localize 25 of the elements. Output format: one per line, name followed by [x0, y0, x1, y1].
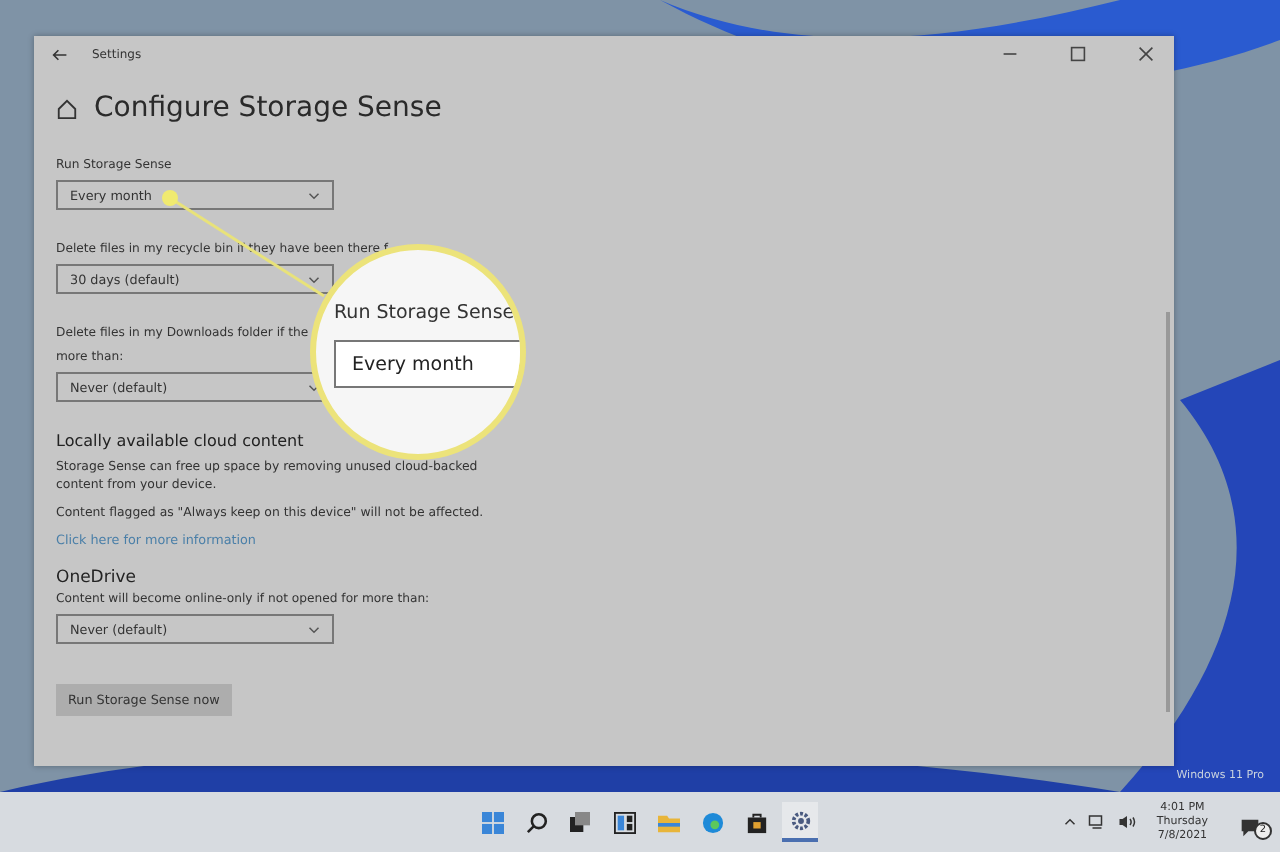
chevron-down-icon — [308, 275, 320, 283]
folder-icon — [657, 811, 679, 833]
chevron-down-icon — [308, 191, 320, 199]
home-icon — [56, 97, 78, 119]
taskbar-app[interactable] — [782, 802, 818, 842]
section-heading: Locally available cloud content — [56, 432, 304, 450]
message-icon — [1240, 818, 1260, 838]
volume-icon[interactable] — [1118, 814, 1137, 830]
windows-logo-icon — [481, 811, 503, 833]
magnified-label: Run Storage Sense — [334, 302, 515, 324]
task-view-icon — [570, 812, 590, 832]
back-arrow-icon[interactable] — [52, 47, 68, 61]
close-icon[interactable] — [1138, 46, 1154, 62]
browser-icon — [701, 811, 723, 833]
chevron-down-icon — [308, 625, 320, 633]
network-icon[interactable] — [1088, 814, 1107, 830]
maximize-icon[interactable] — [1070, 46, 1086, 62]
settings-icon — [789, 809, 811, 831]
section-heading: OneDrive — [56, 568, 136, 588]
search-icon — [525, 811, 547, 833]
scrollbar[interactable] — [1166, 312, 1170, 712]
chevron-up-icon[interactable] — [1064, 818, 1077, 826]
shopping-bag-icon — [745, 811, 767, 833]
page-heading: Configure Storage Sense — [94, 92, 442, 124]
widgets-icon — [613, 811, 635, 833]
